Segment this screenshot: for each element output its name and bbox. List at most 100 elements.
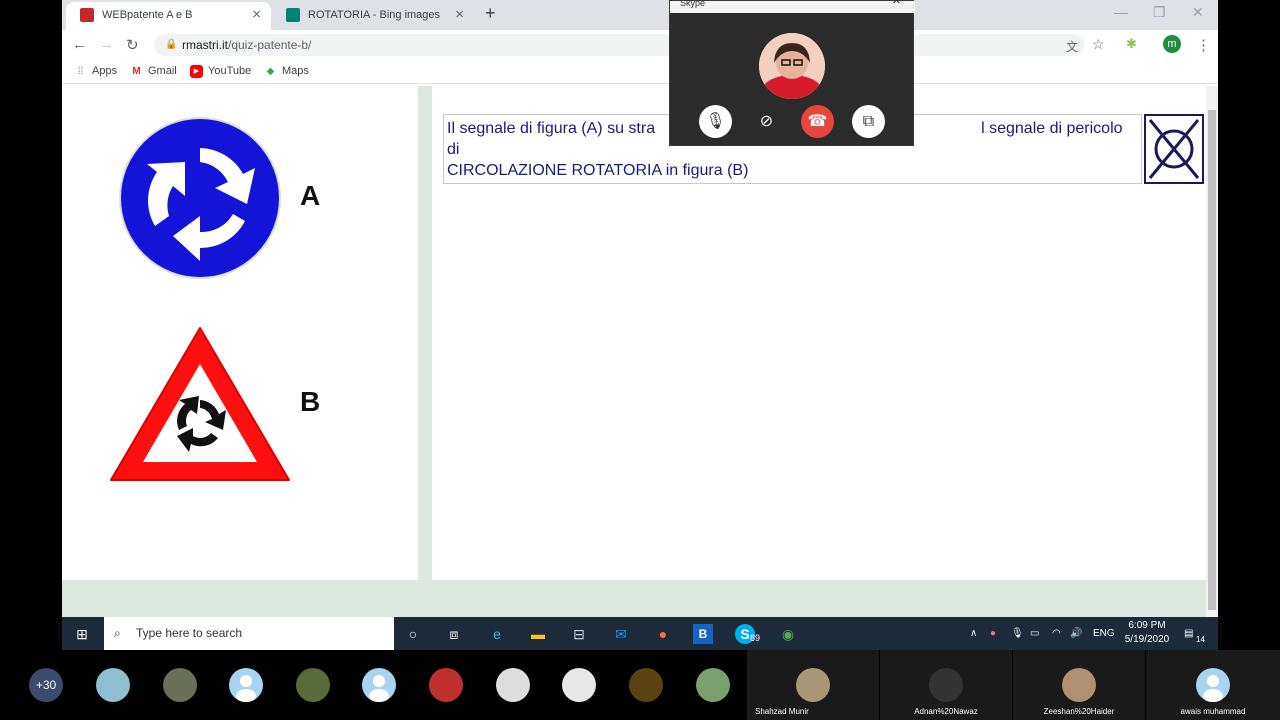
answer-false-icon[interactable] xyxy=(1144,114,1204,184)
skype-close-icon[interactable]: ✕ xyxy=(892,0,901,7)
file-explorer-icon[interactable]: ▬ xyxy=(528,624,548,644)
participant-avatar[interactable] xyxy=(562,668,596,702)
chrome-icon[interactable]: ◉ xyxy=(778,624,798,644)
tab-strip: WEBpatente A e B × ROTATORIA - Bing imag… xyxy=(62,0,1218,30)
bookmark-label: Apps xyxy=(92,65,118,77)
cortana-icon[interactable]: ○ xyxy=(403,624,423,644)
default-avatar-icon[interactable] xyxy=(362,668,396,702)
caller-avatar xyxy=(759,33,825,99)
notification-icon[interactable]: ▤ xyxy=(1184,617,1193,650)
address-bar[interactable]: 🔒 rmastri.it/quiz-patente-b/ xyxy=(154,34,1084,56)
window-icon[interactable]: ⧉ xyxy=(852,105,885,138)
default-avatar-icon xyxy=(1196,668,1230,702)
question-line-2: CIRCOLAZIONE ROTATORIA in figura (B) xyxy=(447,162,749,179)
webpatente-favicon-icon xyxy=(80,8,94,22)
bookmarks-bar: ⁞⁞ Apps M Gmail ▶ YouTube ◆ Maps xyxy=(62,60,1218,84)
translate-icon[interactable]: 文 xyxy=(1066,38,1078,55)
end-call-icon[interactable]: ☎ xyxy=(801,105,834,138)
profile-avatar[interactable]: m xyxy=(1163,35,1181,53)
question-visible-start: Il segnale di figura (A) su stra xyxy=(447,120,656,137)
maps-icon: ◆ xyxy=(266,66,275,77)
skype-title-bar: Skype ✕ xyxy=(670,0,915,13)
participant-avatar xyxy=(1062,668,1096,702)
battery-icon[interactable]: ▭ xyxy=(1030,617,1039,650)
close-window-icon[interactable]: ✕ xyxy=(1192,4,1204,21)
windows-start-icon[interactable]: ⊞ xyxy=(72,624,92,644)
new-tab-icon[interactable]: + xyxy=(485,3,496,24)
sign-b-label: B xyxy=(300,386,321,417)
tray-app-icon[interactable]: ● xyxy=(990,617,996,650)
minimize-icon[interactable]: — xyxy=(1114,4,1128,20)
participant-avatar[interactable] xyxy=(296,668,330,702)
bookmark-label: Gmail xyxy=(148,65,177,77)
language-indicator[interactable]: ENG xyxy=(1093,617,1115,650)
tab-bing[interactable]: ROTATORIA - Bing images × xyxy=(272,2,474,30)
restore-icon[interactable]: ❐ xyxy=(1153,4,1166,21)
question-panel: Il segnale di figura (A) su stra l segnal… xyxy=(432,86,1206,580)
participant-avatar xyxy=(929,668,963,702)
edge-icon[interactable]: e xyxy=(487,624,507,644)
youtube-icon: ▶ xyxy=(190,65,203,78)
page-scrollbar[interactable] xyxy=(1206,86,1218,617)
lock-icon: 🔒 xyxy=(165,39,178,50)
tray-mic-icon[interactable]: 🎙 xyxy=(1011,617,1024,650)
participant-name: Adnan%20Nawaz xyxy=(914,707,978,716)
store-icon[interactable]: ⊟ xyxy=(569,624,589,644)
participant-avatar[interactable] xyxy=(96,668,130,702)
participant-avatar xyxy=(796,668,830,702)
apps-grid-icon: ⁞⁞ xyxy=(77,66,84,77)
meeting-participants-strip: +30 Shahzad Munir Adnan%20Nawaz Zeeshan%… xyxy=(0,650,1280,720)
scrollbar-thumb[interactable] xyxy=(1208,110,1216,610)
participant-tile[interactable]: Zeeshan%20Haider xyxy=(1013,650,1145,720)
browser-window: WEBpatente A e B × ROTATORIA - Bing imag… xyxy=(62,0,1218,617)
search-placeholder: Type here to search xyxy=(136,626,243,640)
menu-icon[interactable]: ⋮ xyxy=(1196,36,1211,54)
participant-tile[interactable]: awais muhammad xyxy=(1146,650,1280,720)
extension-icon[interactable]: ✱ xyxy=(1126,36,1137,52)
participant-name: Shahzad Munir xyxy=(755,707,809,716)
firefox-icon[interactable]: ● xyxy=(653,624,673,644)
bookmark-apps[interactable]: ⁞⁞ Apps xyxy=(74,65,117,77)
mail-icon[interactable]: ✉ xyxy=(611,624,631,644)
participant-tile[interactable]: Shahzad Munir xyxy=(747,650,879,720)
clock-date: 5/19/2020 xyxy=(1124,634,1170,645)
participant-name: Zeeshan%20Haider xyxy=(1043,707,1115,716)
participant-avatar[interactable] xyxy=(163,668,197,702)
tray-chevron-icon[interactable]: ∧ xyxy=(970,617,977,650)
volume-icon[interactable]: 🔊 xyxy=(1070,617,1082,650)
participant-tile[interactable]: Adnan%20Nawaz xyxy=(880,650,1012,720)
task-view-icon[interactable]: ⧈ xyxy=(444,624,464,644)
bookmark-maps[interactable]: ◆ Maps xyxy=(264,65,309,77)
signs-panel: A B xyxy=(62,86,418,580)
clock[interactable]: 6:09 PM 5/19/2020 xyxy=(1122,619,1172,647)
browser-toolbar: ← → ↻ 🔒 rmastri.it/quiz-patente-b/ 文 ☆ ✱… xyxy=(62,30,1218,60)
notification-count: 14 xyxy=(1196,635,1205,644)
close-tab-icon[interactable]: × xyxy=(455,2,464,28)
bookmark-youtube[interactable]: ▶ YouTube xyxy=(190,65,251,78)
participant-avatar[interactable] xyxy=(696,668,730,702)
windows-taskbar: ⊞ ⌕ Type here to search ○ ⧈ e ▬ ⊟ ✉ ● B … xyxy=(62,617,1218,650)
participant-avatar[interactable] xyxy=(429,668,463,702)
b-app-icon[interactable]: B xyxy=(693,624,713,644)
gmail-icon: M xyxy=(132,66,141,77)
bookmark-gmail[interactable]: M Gmail xyxy=(130,65,177,77)
taskbar-search[interactable]: ⌕ Type here to search xyxy=(104,617,394,650)
back-icon[interactable]: ← xyxy=(72,36,87,53)
participant-avatar[interactable] xyxy=(496,668,530,702)
roundabout-warning-sign-b xyxy=(110,327,290,481)
microphone-icon[interactable]: 🎙 xyxy=(699,105,732,138)
forward-icon[interactable]: → xyxy=(99,36,114,53)
wifi-icon[interactable]: ◠ xyxy=(1052,617,1061,650)
tab-webpatente[interactable]: WEBpatente A e B × xyxy=(66,2,271,30)
close-tab-icon[interactable]: × xyxy=(252,2,261,28)
tab-title: WEBpatente A e B xyxy=(102,9,193,21)
video-off-icon[interactable]: ⊘ xyxy=(750,105,783,138)
skype-title: Skype xyxy=(680,0,706,8)
participant-avatar[interactable] xyxy=(629,668,663,702)
url-path: /quiz-patente-b/ xyxy=(228,38,312,52)
reload-icon[interactable]: ↻ xyxy=(126,36,139,54)
bookmark-star-icon[interactable]: ☆ xyxy=(1092,36,1105,53)
more-participants-badge[interactable]: +30 xyxy=(29,668,63,702)
default-avatar-icon[interactable] xyxy=(229,668,263,702)
tab-title: ROTATORIA - Bing images xyxy=(308,9,441,21)
